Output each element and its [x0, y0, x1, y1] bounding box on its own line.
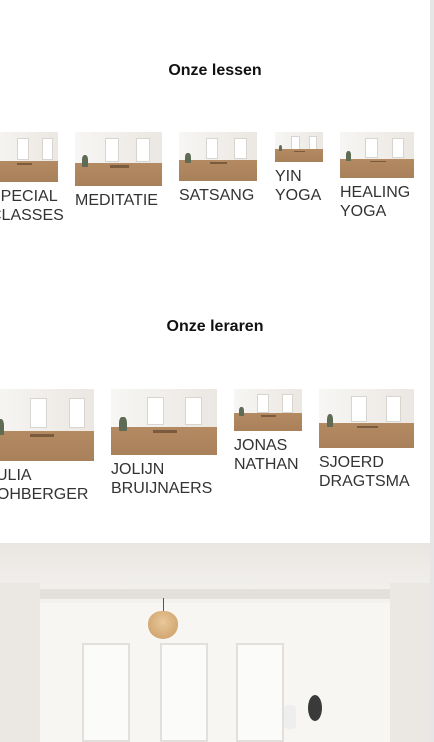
studio-hero-image: [0, 543, 430, 742]
lesson-label: MEDITATIE: [75, 192, 158, 209]
teacher-label: JONAS NATHAN: [234, 437, 299, 473]
lesson-image: [75, 132, 162, 186]
page-scrollbar[interactable]: [430, 0, 434, 742]
lesson-label: HEALING YOGA: [340, 184, 411, 220]
lesson-label: SATSANG: [179, 187, 255, 204]
lesson-card-special-classes[interactable]: SPECIALCLASSES: [0, 132, 64, 225]
teacher-label: SJOERD DRAGTSMA: [319, 454, 410, 490]
lesson-label: YIN YOGA: [275, 168, 322, 204]
teacher-card-julia-lohberger[interactable]: JULIALOHBERGER: [0, 389, 94, 504]
lesson-image: [340, 132, 414, 178]
teacher-image: [111, 389, 217, 455]
lesson-image: [179, 132, 257, 181]
pendant-lamp-icon: [148, 611, 178, 639]
lesson-card-satsang[interactable]: SATSANG: [179, 132, 257, 205]
lesson-image: [0, 132, 58, 182]
teachers-title: Onze leraren: [166, 318, 264, 335]
lesson-card-healing-yoga[interactable]: HEALING YOGA: [340, 132, 414, 221]
teacher-image: [319, 389, 414, 448]
lesson-label: SPECIALCLASSES: [0, 188, 64, 224]
lesson-card-yin-yoga[interactable]: YIN YOGA: [275, 132, 323, 205]
lessons-title: Onze lessen: [168, 62, 262, 79]
teacher-image: [0, 389, 94, 461]
teacher-card-sjoerd-dragtsma[interactable]: SJOERD DRAGTSMA: [319, 389, 414, 491]
lesson-image: [275, 132, 323, 162]
teacher-card-jolijn-bruijnaers[interactable]: JOLIJN BRUIJNAERS: [111, 389, 217, 498]
lesson-card-meditatie[interactable]: MEDITATIE: [75, 132, 162, 210]
teacher-card-jonas-nathan[interactable]: JONAS NATHAN: [234, 389, 302, 474]
teacher-image: [234, 389, 302, 431]
teacher-label: JULIALOHBERGER: [0, 467, 89, 503]
teacher-label: JOLIJN BRUIJNAERS: [111, 461, 213, 497]
